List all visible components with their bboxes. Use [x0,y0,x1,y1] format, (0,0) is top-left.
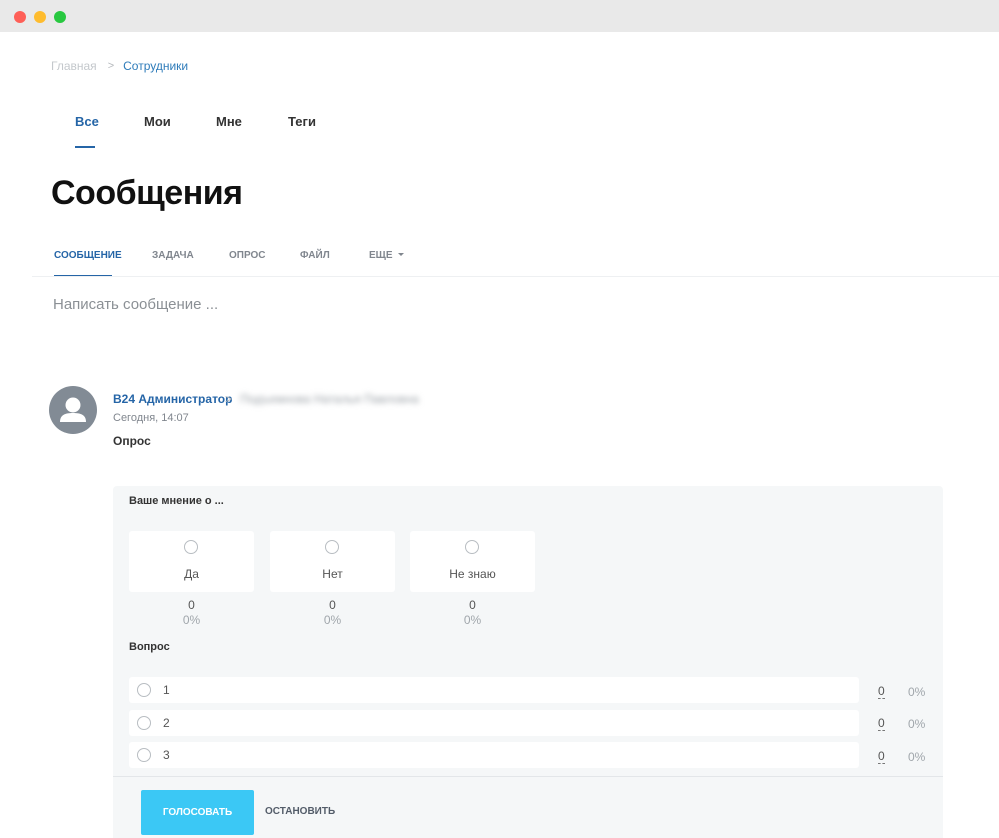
answer-vote-percent: 0% [182,613,201,627]
breadcrumb-current-link[interactable]: Сотрудники [123,59,188,73]
answer-label: 3 [163,748,170,762]
post-type-tabs: СООБЩЕНИЕ ЗАДАЧА ОПРОС ФАЙЛ ЕЩЕ [54,250,404,277]
answer-vote-percent: 0% [463,613,482,627]
radio-button[interactable] [465,540,479,554]
question-title: Ваше мнение о ... [129,495,224,507]
answer-vote-count: 0 [188,598,195,612]
tab-mine[interactable]: Мои [144,114,216,148]
radio-button[interactable] [137,716,151,730]
post-recipient-link[interactable]: Подъемнова Наталья Павловна [240,392,419,406]
post-title: Опрос [113,434,151,448]
answer-vote-count: 0 [329,598,336,612]
answer-label: Не знаю [449,567,496,581]
answer-vote-percent: 0% [908,685,926,699]
answer-vote-percent: 0% [908,717,926,731]
vote-button[interactable]: ГОЛОСОВАТЬ [141,790,254,835]
answer-row[interactable]: 1 [129,677,859,703]
window-titlebar [0,0,999,32]
chevron-right-icon: > [225,392,233,406]
answer-card-yes[interactable]: Да [129,531,254,592]
chevron-down-icon [397,253,404,256]
answer-vote-percent: 0% [323,613,342,627]
answer-vote-percent: 0% [908,750,926,764]
breadcrumb-home-link[interactable]: Главная [51,59,97,73]
answer-voters-link[interactable]: 0 [878,750,885,764]
answer-card-dont-know[interactable]: Не знаю [410,531,535,592]
breadcrumb-separator-icon: > [107,60,115,72]
radio-button[interactable] [325,540,339,554]
tab-tags[interactable]: Теги [288,114,316,148]
vote-panel: Ваше мнение о ... Да Нет Не знаю 0 0% 0 … [113,486,943,838]
user-icon [60,397,86,422]
tab-to-me[interactable]: Мне [216,114,288,148]
question-title: Вопрос [129,641,170,653]
tabs-divider [32,276,999,277]
radio-button[interactable] [137,683,151,697]
tab-all[interactable]: Все [75,114,144,148]
tab-task[interactable]: ЗАДАЧА [152,250,229,277]
radio-button[interactable] [137,748,151,762]
breadcrumb: Главная > Сотрудники [51,59,188,73]
answer-row[interactable]: 2 [129,710,859,736]
avatar[interactable] [49,386,97,434]
stop-poll-button[interactable]: ОСТАНОВИТЬ [265,806,335,817]
radio-button[interactable] [184,540,198,554]
tab-file[interactable]: ФАЙЛ [300,250,369,277]
post-timestamp[interactable]: Сегодня, 14:07 [113,412,189,424]
tab-more[interactable]: ЕЩЕ [369,250,404,277]
answer-label: 1 [163,683,170,697]
answer-card-no[interactable]: Нет [270,531,395,592]
feed-filter-tabs: Все Мои Мне Теги [75,114,316,148]
minimize-window-button[interactable] [34,11,46,23]
write-message-input[interactable]: Написать сообщение ... [53,296,218,313]
answer-label: Нет [322,567,343,581]
answer-label: Да [184,567,199,581]
answer-label: 2 [163,716,170,730]
answer-row[interactable]: 3 [129,742,859,768]
tab-more-label: ЕЩЕ [369,250,393,261]
page-title: Сообщения [51,174,243,212]
close-window-button[interactable] [14,11,26,23]
answer-voters-link[interactable]: 0 [878,685,885,699]
post-author-link[interactable]: B24 Администратор [113,392,232,406]
tab-message[interactable]: СООБЩЕНИЕ [54,250,152,277]
answer-vote-count: 0 [469,598,476,612]
maximize-window-button[interactable] [54,11,66,23]
tab-poll[interactable]: ОПРОС [229,250,300,277]
panel-divider [113,776,943,777]
answer-voters-link[interactable]: 0 [878,717,885,731]
